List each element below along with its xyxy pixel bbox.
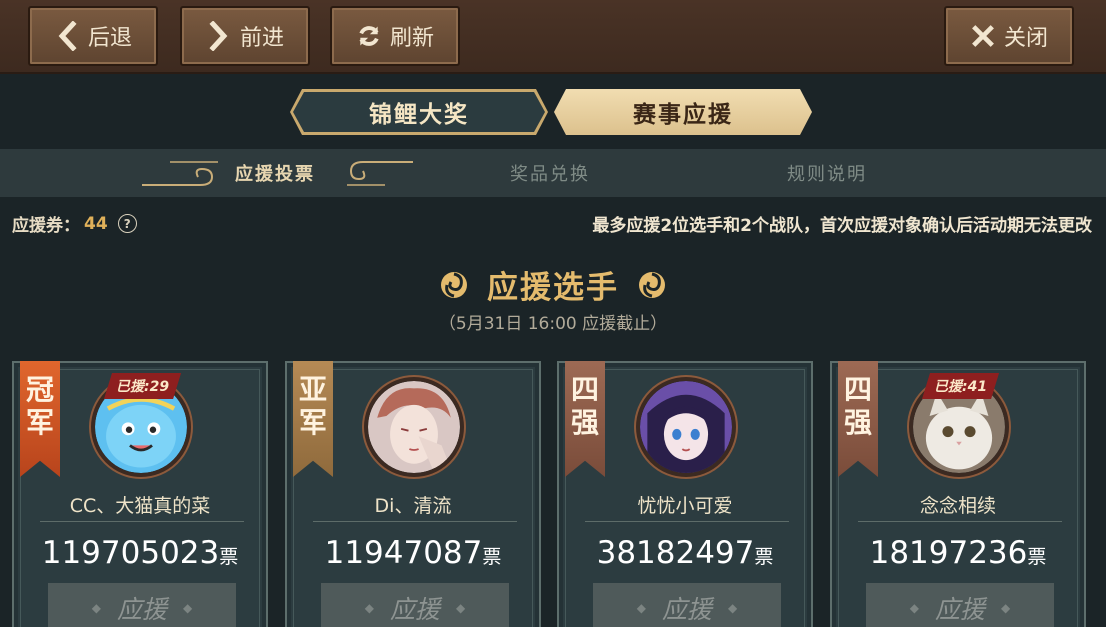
close-x-icon: [970, 21, 996, 51]
tab-support-vote[interactable]: 应援投票: [200, 149, 350, 197]
main-tabs: 锦鲤大奖 赛事应援: [290, 89, 810, 135]
question-circle-icon[interactable]: ?: [117, 214, 137, 233]
coupon-label: 应援券：: [12, 216, 80, 236]
tab-label: 赛事应援: [633, 101, 733, 128]
player-name: Di、清流: [374, 495, 452, 517]
player-name: 忧忧小可爱: [637, 495, 733, 517]
divider: [40, 521, 244, 522]
support-button[interactable]: ◆ 应援 ◆: [321, 583, 509, 627]
support-label: 应援: [661, 595, 712, 624]
divider: [585, 521, 789, 522]
support-button[interactable]: ◆ 应援 ◆: [48, 583, 236, 627]
rank-char: 强: [570, 406, 599, 439]
diamond-icon: ◆: [364, 601, 374, 615]
vote-unit: 票: [219, 546, 239, 568]
vote-number: 38182497: [596, 535, 755, 571]
support-label: 应援: [934, 595, 985, 624]
forward-label: 前进: [239, 26, 284, 51]
tab-rules[interactable]: 规则说明: [752, 149, 902, 197]
close-button[interactable]: 关闭: [944, 6, 1074, 66]
back-label: 后退: [87, 26, 132, 51]
rank-char: 冠: [25, 373, 54, 406]
close-label: 关闭: [1003, 26, 1048, 51]
diamond-icon: ◆: [91, 601, 101, 615]
support-button[interactable]: ◆ 应援 ◆: [593, 583, 781, 627]
vote-count: 38182497票: [559, 535, 811, 571]
diamond-icon: ◆: [909, 601, 919, 615]
rank-char: 军: [298, 406, 327, 439]
player-card: 四 强 忧忧小可爱 38182497票 ◆ 应援 ◆: [557, 361, 813, 627]
support-label: 应援: [389, 595, 440, 624]
diamond-icon: ◆: [1001, 601, 1011, 615]
vote-count: 11947087票: [287, 535, 539, 571]
support-button[interactable]: ◆ 应援 ◆: [866, 583, 1054, 627]
vote-count: 18197236票: [832, 535, 1084, 571]
refresh-button[interactable]: 刷新: [330, 6, 460, 66]
player-name: 念念相续: [919, 495, 996, 517]
rank-char: 四: [843, 373, 872, 406]
rank-char: 军: [25, 406, 54, 439]
back-button[interactable]: 后退: [28, 6, 158, 66]
swirl-ornament-icon: [639, 271, 665, 298]
rank-tag: 冠 军: [20, 361, 60, 477]
tab-label: 奖品兑换: [510, 164, 590, 185]
player-card: 四 强 已援:41 念念相续 18197236票 ◆ 应援 ◆: [830, 361, 1086, 627]
sub-tabs: 应援投票 奖品兑换 规则说明: [0, 149, 1106, 197]
diamond-icon: ◆: [636, 601, 646, 615]
forward-button[interactable]: 前进: [180, 6, 310, 66]
vote-unit: 票: [754, 546, 774, 568]
divider: [858, 521, 1062, 522]
refresh-icon: [356, 21, 382, 51]
rank-char: 强: [843, 406, 872, 439]
supported-badge: 已援:41: [922, 373, 999, 399]
coupon-value: 44: [84, 213, 108, 234]
tab-label: 锦鲤大奖: [369, 101, 469, 128]
rank-char: 亚: [298, 373, 327, 406]
rank-tag: 亚 军: [293, 361, 333, 477]
rules-notice: 最多应援2位选手和2个战队，首次应援对象确认后活动期无法更改: [592, 216, 1092, 236]
refresh-label: 刷新: [389, 26, 434, 51]
avatar[interactable]: [636, 377, 736, 477]
tab-label: 应援投票: [235, 164, 315, 185]
coupon-count: 应援券： 44 ?: [12, 211, 137, 236]
chevron-left-icon: [54, 21, 80, 51]
tab-koi-prize[interactable]: 锦鲤大奖: [290, 89, 548, 135]
vote-number: 11947087: [324, 535, 483, 571]
section-title: 应援选手: [487, 270, 619, 306]
section-heading: 应援选手: [0, 262, 1106, 307]
vote-unit: 票: [482, 546, 502, 568]
swirl-ornament-icon: [441, 271, 467, 298]
vote-number: 18197236: [869, 535, 1028, 571]
avatar[interactable]: [364, 377, 464, 477]
support-label: 应援: [116, 595, 167, 624]
rank-tag: 四 强: [838, 361, 878, 477]
deadline-text: （5月31日 16:00 应援截止）: [438, 314, 668, 334]
top-toolbar: 后退 前进 刷新 关闭: [0, 0, 1106, 74]
player-card: 冠 军 已援:29 CC、大猫真的菜 119705023票 ◆ 应援 ◆: [12, 361, 268, 627]
avatar-image: [640, 381, 732, 473]
rank-tag: 四 强: [565, 361, 605, 477]
player-name: CC、大猫真的菜: [69, 495, 211, 517]
tab-event-support[interactable]: 赛事应援: [554, 89, 812, 135]
vote-unit: 票: [1027, 546, 1047, 568]
rank-char: 四: [570, 373, 599, 406]
tab-prize-exchange[interactable]: 奖品兑换: [475, 149, 625, 197]
vote-count: 119705023票: [14, 535, 266, 571]
avatar-image: [368, 381, 460, 473]
chevron-right-icon: [206, 21, 232, 51]
tab-label: 规则说明: [787, 164, 867, 185]
swirl-ornament-icon: [347, 161, 413, 186]
vote-number: 119705023: [41, 535, 220, 571]
diamond-icon: ◆: [728, 601, 738, 615]
diamond-icon: ◆: [456, 601, 466, 615]
divider: [313, 521, 517, 522]
supported-badge: 已援:29: [104, 373, 181, 399]
player-card: 亚 军 Di、清流 11947087票 ◆ 应援 ◆: [285, 361, 541, 627]
diamond-icon: ◆: [183, 601, 193, 615]
